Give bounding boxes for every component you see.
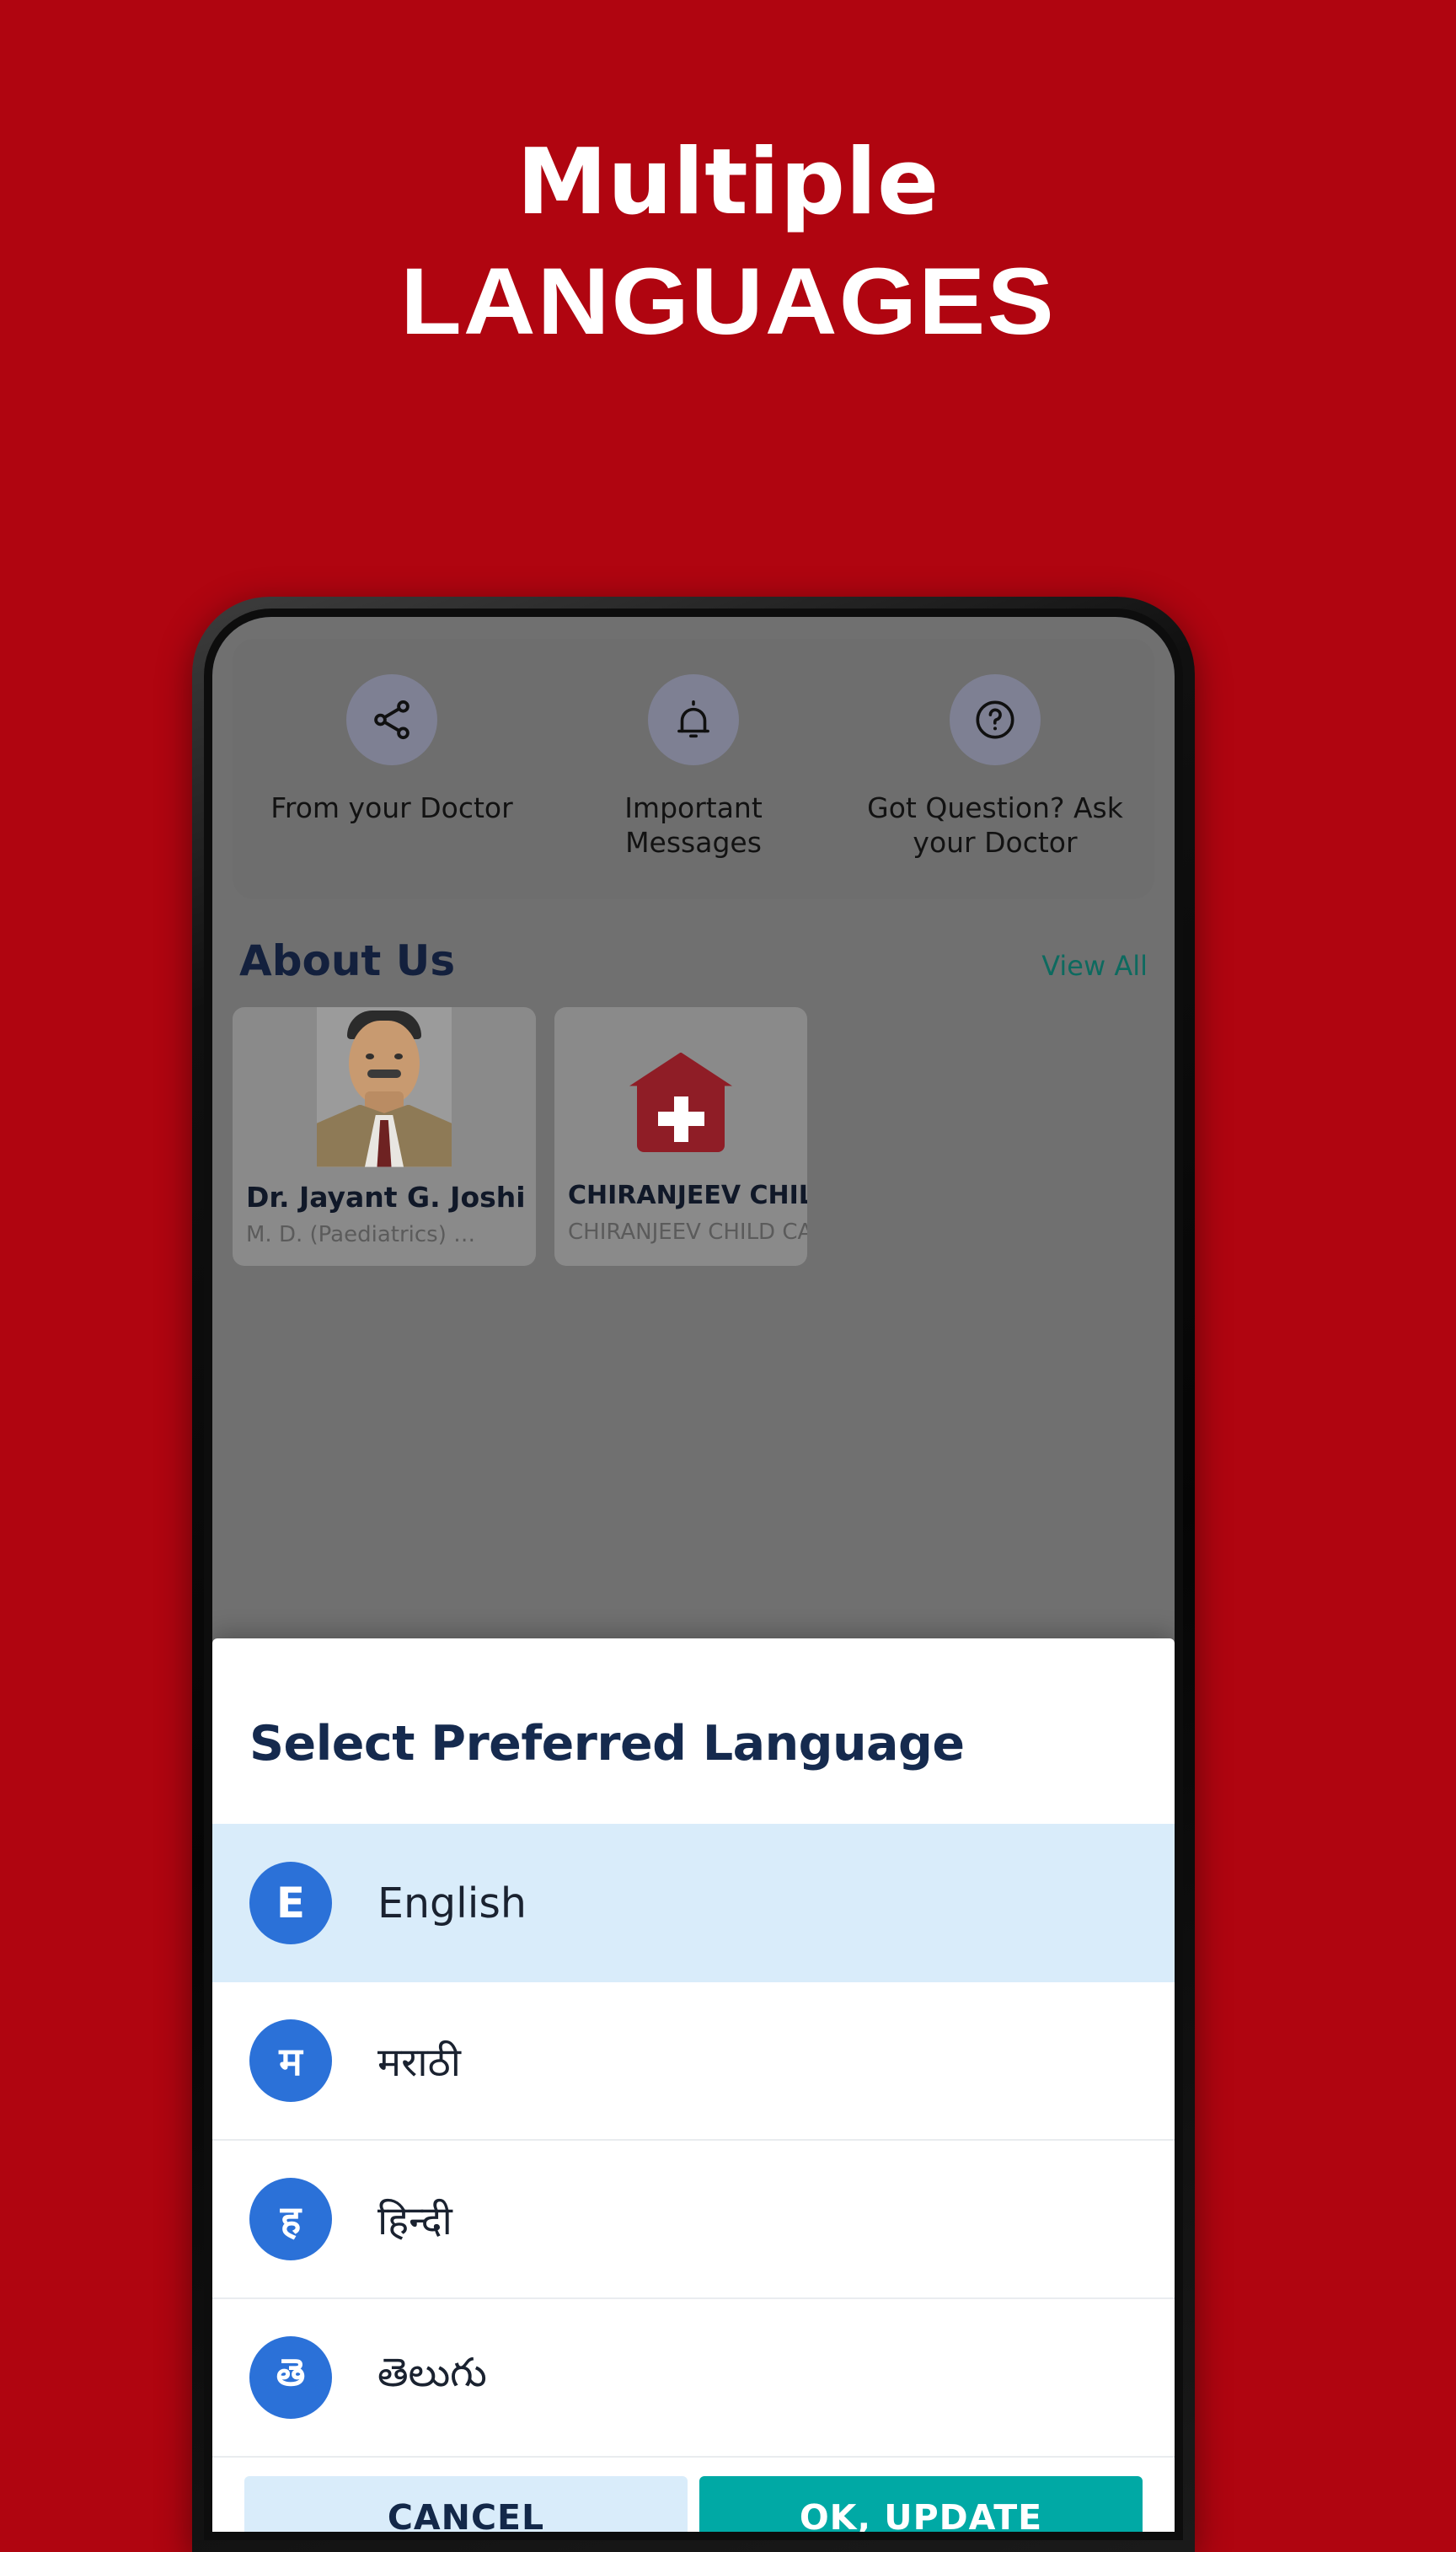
dialog-actions: CANCEL OK, UPDATE	[212, 2458, 1175, 2532]
ok-update-button[interactable]: OK, UPDATE	[699, 2476, 1143, 2532]
question-circle-icon	[950, 674, 1041, 765]
about-card-doctor[interactable]: Dr. Jayant G. Joshi M. D. (Paediatrics) …	[233, 1006, 536, 1267]
view-all-link[interactable]: View All	[1041, 950, 1148, 982]
quick-action-label-line1: Got Question? Ask	[867, 791, 1123, 824]
about-card-subtitle: CHIRANJEEV CHILD CARE …	[568, 1219, 807, 1245]
about-card-title: Dr. Jayant G. Joshi	[246, 1180, 526, 1214]
quick-action-label: Got Question? Ask your Doctor	[867, 791, 1123, 860]
language-label: मराठी	[377, 2040, 461, 2086]
quick-action-from-your-doctor[interactable]: From your Doctor	[243, 674, 541, 825]
about-card-subtitle: M. D. (Paediatrics) …	[246, 1222, 476, 1248]
hospital-icon	[554, 1007, 807, 1167]
quick-action-ask-your-doctor[interactable]: Got Question? Ask your Doctor	[846, 674, 1144, 860]
page-title: About Us	[239, 936, 456, 985]
avatar: ह	[249, 2178, 332, 2260]
language-label: తెలుగు	[377, 2350, 487, 2396]
dialog-title: Select Preferred Language	[249, 1716, 965, 1772]
avatar: म	[249, 2019, 332, 2102]
avatar: తె	[249, 2336, 332, 2419]
quick-action-label: From your Doctor	[270, 791, 513, 824]
headline-line-2: LANGUAGES	[400, 249, 1056, 355]
quick-action-label: Important Messages	[624, 791, 763, 860]
language-option-marathi[interactable]: म मराठी	[212, 1982, 1175, 2141]
phone-screen: From your Doctor Important Messages Got …	[212, 617, 1175, 2532]
language-option-english[interactable]: E English	[212, 1824, 1175, 1982]
doctor-portrait	[233, 1006, 536, 1167]
about-us-cards: Dr. Jayant G. Joshi M. D. (Paediatrics) …	[233, 1006, 1154, 1267]
quick-action-label-line1: Important	[624, 791, 763, 824]
hospital-glyph	[629, 1052, 732, 1152]
quick-action-label-line2: your Doctor	[913, 826, 1078, 860]
promo-headline: Multiple LANGUAGES	[0, 135, 1456, 351]
language-list: E English म मराठी ह हिन्दी తె తెలుగు	[212, 1824, 1175, 2458]
quick-action-important-messages[interactable]: Important Messages	[544, 674, 843, 860]
about-card-clinic[interactable]: CHIRANJEEV CHILD C… CHIRANJEEV CHILD CAR…	[554, 1006, 807, 1267]
language-option-hindi[interactable]: ह हिन्दी	[212, 2141, 1175, 2299]
phone-bezel: From your Doctor Important Messages Got …	[204, 609, 1183, 2540]
about-card-title: CHIRANJEEV CHILD C…	[568, 1180, 807, 1210]
bell-icon	[648, 674, 739, 765]
about-us-header: About Us View All	[233, 899, 1154, 1007]
portrait-image	[317, 1006, 452, 1167]
cancel-button[interactable]: CANCEL	[244, 2476, 688, 2532]
share-icon	[346, 674, 437, 765]
phone-mockup: From your Doctor Important Messages Got …	[192, 597, 1195, 2552]
language-label: English	[377, 1879, 527, 1927]
language-dialog: Select Preferred Language E English म मर…	[212, 1638, 1175, 2532]
language-option-telugu[interactable]: తె తెలుగు	[212, 2299, 1175, 2458]
headline-line-1: Multiple	[517, 130, 939, 235]
quick-actions-card: From your Doctor Important Messages Got …	[233, 639, 1154, 899]
quick-action-label-line2: Messages	[625, 826, 762, 860]
language-label: हिन्दी	[377, 2198, 452, 2244]
avatar: E	[249, 1862, 332, 1944]
